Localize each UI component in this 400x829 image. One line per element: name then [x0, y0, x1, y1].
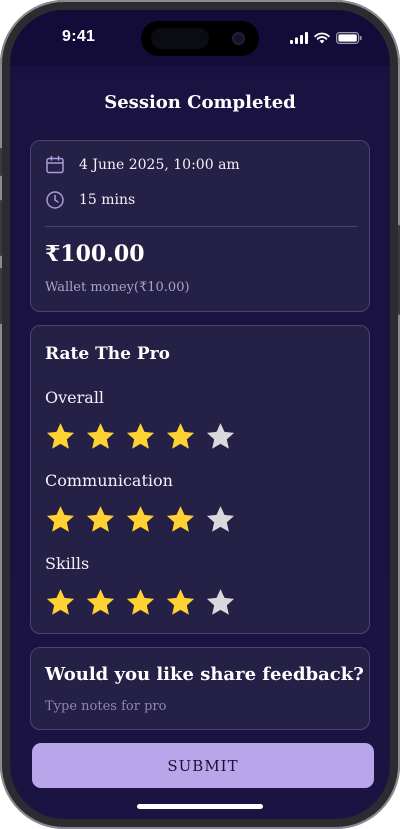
star-filled-icon[interactable]: [165, 421, 196, 451]
feedback-notes-input[interactable]: Type notes for pro: [45, 699, 166, 714]
wallet-money-note: Wallet money(₹10.00): [45, 280, 190, 295]
calendar-icon: [46, 155, 64, 174]
wifi-icon: [314, 32, 330, 44]
cellular-signal-icon: [290, 32, 308, 44]
rating-label-skills: Skills: [45, 554, 90, 573]
mute-switch: [0, 148, 2, 176]
battery-icon: [336, 32, 362, 44]
clock-icon: [46, 191, 64, 209]
skills-star-rating[interactable]: [45, 587, 236, 617]
feedback-card[interactable]: Would you like share feedback? Type note…: [30, 647, 370, 730]
status-icons: [290, 32, 362, 44]
star-empty-icon[interactable]: [205, 504, 236, 534]
star-filled-icon[interactable]: [45, 587, 76, 617]
session-date-row: 4 June 2025, 10:00 am: [45, 155, 240, 175]
home-indicator: [137, 804, 263, 809]
star-filled-icon[interactable]: [125, 504, 156, 534]
rating-label-overall: Overall: [45, 388, 105, 407]
session-duration-row: 15 mins: [45, 190, 135, 210]
dynamic-island: [141, 21, 259, 56]
card-divider: [45, 226, 357, 227]
star-filled-icon[interactable]: [45, 421, 76, 451]
star-filled-icon[interactable]: [125, 587, 156, 617]
rating-label-communication: Communication: [45, 471, 173, 490]
star-filled-icon[interactable]: [125, 421, 156, 451]
rate-pro-heading: Rate The Pro: [45, 344, 170, 364]
star-filled-icon[interactable]: [85, 587, 116, 617]
session-duration: 15 mins: [79, 192, 136, 208]
submit-button[interactable]: SUBMIT: [32, 743, 374, 788]
status-time: 9:41: [62, 28, 96, 45]
volume-up-button: [0, 200, 2, 256]
status-bar: 9:41: [10, 10, 390, 66]
session-amount: ₹100.00: [45, 241, 145, 267]
star-filled-icon[interactable]: [85, 504, 116, 534]
overall-star-rating[interactable]: [45, 421, 236, 451]
star-filled-icon[interactable]: [85, 421, 116, 451]
session-date: 4 June 2025, 10:00 am: [79, 157, 240, 173]
app-screen: 9:41 Session Completed 4 June 2025, 10:0…: [10, 10, 390, 819]
feedback-heading: Would you like share feedback?: [45, 664, 364, 685]
star-filled-icon[interactable]: [165, 587, 196, 617]
rate-pro-card: Rate The Pro Overall Communication Skill…: [30, 325, 370, 634]
star-empty-icon[interactable]: [205, 421, 236, 451]
star-filled-icon[interactable]: [165, 504, 196, 534]
session-summary-card: 4 June 2025, 10:00 am 15 mins ₹100.00 Wa…: [30, 140, 370, 312]
communication-star-rating[interactable]: [45, 504, 236, 534]
page-title: Session Completed: [104, 92, 296, 113]
star-filled-icon[interactable]: [45, 504, 76, 534]
camera-icon: [232, 32, 245, 45]
star-empty-icon[interactable]: [205, 587, 236, 617]
phone-frame: 9:41 Session Completed 4 June 2025, 10:0…: [0, 0, 400, 829]
volume-down-button: [0, 268, 2, 324]
